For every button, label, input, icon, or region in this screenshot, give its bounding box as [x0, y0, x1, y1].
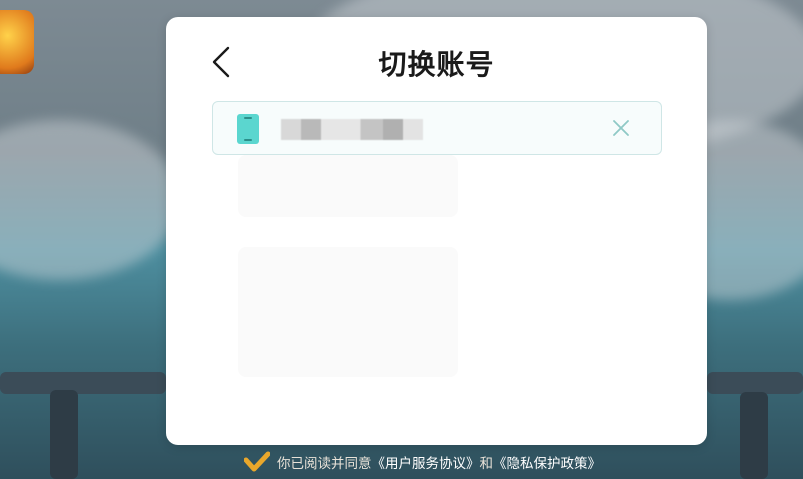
user-agreement-link[interactable]: 《用户服务协议》 [372, 452, 480, 472]
agreement-conjunction: 和 [479, 456, 494, 472]
privacy-policy-link[interactable]: 《隐私保护政策》 [493, 452, 601, 472]
game-logo [0, 10, 34, 74]
agreement-line: 你已阅读并同意 《用户服务协议》 和 《隐私保护政策》 [244, 449, 601, 475]
agreement-prefix: 你已阅读并同意 [277, 456, 372, 472]
account-item[interactable] [212, 101, 662, 155]
dialog-title: 切换账号 [378, 48, 495, 81]
phone-icon [237, 114, 259, 144]
close-icon[interactable] [611, 118, 631, 138]
check-icon[interactable] [244, 451, 270, 473]
switch-account-dialog: 切换账号 [166, 17, 707, 445]
account-phone-number [281, 119, 423, 140]
